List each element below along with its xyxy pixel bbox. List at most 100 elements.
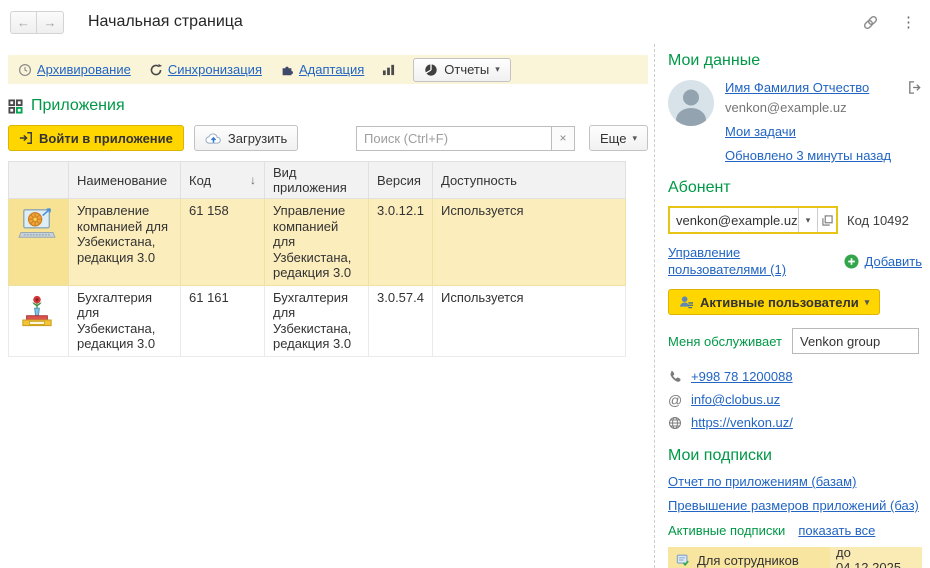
subscription-name: Для сотрудников [697,553,799,568]
users-icon [679,295,694,309]
profile-info: Имя Фамилия Отчество venkon@example.uz М… [725,80,903,163]
more-actions-button[interactable]: Еще ▾ [589,125,648,151]
add-link[interactable]: Добавить [865,254,922,269]
active-users-button[interactable]: Активные пользователи ▾ [668,289,880,315]
sidebar: Мои данные Имя Фамилия Отчество venkon@e… [668,44,922,568]
subscriber-links-row: Управление пользователями (1) Добавить [668,244,922,278]
get-link-icon[interactable] [862,14,879,31]
app-window: ← → Начальная страница ⋮ Архивирование [0,0,930,568]
subscriber-combo-row: venkon@example.uz ▾ Код 10492 [668,206,922,234]
subscriptions-title: Мои подписки [668,447,922,465]
user-name-link[interactable]: Имя Фамилия Отчество [725,80,869,95]
grid-icon [8,99,23,114]
adaptation-link[interactable]: Адаптация [299,62,364,77]
my-data-title: Мои данные [668,52,922,70]
enter-app-button[interactable]: Войти в приложение [8,125,184,151]
topbar-actions: ⋮ [862,14,916,31]
size-report-link[interactable]: Превышение размеров приложений (баз) [668,498,922,513]
apps-report-link[interactable]: Отчет по приложениям (базам) [668,474,922,489]
subscriptions-list: Для сотрудников до 04.12.2025 [668,547,922,568]
pie-chart-icon [424,63,438,77]
phone-link[interactable]: +998 78 1200088 [691,369,793,384]
back-button[interactable]: ← [10,11,37,34]
list-item[interactable]: Для сотрудников до 04.12.2025 [668,547,922,568]
combo-dropdown-icon[interactable]: ▾ [798,208,817,232]
serviced-by-row: Меня обслуживает [668,328,922,354]
chevron-down-icon: ▾ [865,298,870,307]
app-cell-icon [9,199,69,286]
phone-row: +998 78 1200088 [668,365,922,388]
archive-link[interactable]: Архивирование [37,62,131,77]
app-cell-name: Управление компанией для Узбекистана, ре… [69,199,181,286]
website-link[interactable]: https://venkon.uz/ [691,415,793,430]
show-all-link[interactable]: показать все [798,523,875,538]
sort-descending-icon: ↓ [250,173,256,187]
chevron-down-icon: ▾ [632,134,637,143]
at-icon: @ [668,392,682,408]
subscriber-title: Абонент [668,179,922,197]
profile-block: Имя Фамилия Отчество venkon@example.uz М… [668,80,922,163]
accounting-app-icon [17,294,60,328]
column-header-version[interactable]: Версия [369,162,433,199]
sync-action: Синхронизация [149,62,262,77]
apps-section-title: Приложения [31,97,125,115]
app-cell-icon [9,285,69,356]
serviced-by-field[interactable] [792,328,919,354]
app-cell-version: 3.0.12.1 [369,199,433,286]
apps-command-bar: Войти в приложение Загрузить × Еще ▾ [8,125,648,151]
apps-section-header: Приложения [8,93,648,119]
app-cell-code: 61 161 [181,285,265,356]
sync-link[interactable]: Синхронизация [168,62,262,77]
refresh-icon [149,63,163,77]
my-tasks-link[interactable]: Мои задачи [725,124,903,139]
column-header-availability[interactable]: Доступность [433,162,626,199]
avatar [668,80,714,126]
table-row[interactable]: Управление компанией для Узбекистана, ре… [9,199,626,286]
service-toolbar: Архивирование Синхронизация Адаптация [8,55,648,84]
table-header-row: Наименование Код ↓ Вид приложения Версия… [9,162,626,199]
page-title: Начальная страница [88,13,243,31]
column-header-kind[interactable]: Вид приложения [265,162,369,199]
app-cell-kind: Бухгалтерия для Узбекистана, редакция 3.… [265,285,369,356]
column-header-code[interactable]: Код ↓ [181,162,265,199]
back-arrow-icon: ← [17,15,30,30]
logout-icon[interactable] [907,80,922,163]
website-row: https://venkon.uz/ [668,411,922,434]
app-cell-name: Бухгалтерия для Узбекистана, редакция 3.… [69,285,181,356]
table-row[interactable]: Бухгалтерия для Узбекистана, редакция 3.… [9,285,626,356]
support-email-link[interactable]: info@clobus.uz [691,392,780,407]
subscriber-combobox[interactable]: venkon@example.uz ▾ [668,206,838,234]
user-email: venkon@example.uz [725,100,903,115]
history-nav: ← → [10,11,64,34]
apps-table: Наименование Код ↓ Вид приложения Версия… [8,161,626,357]
updated-link[interactable]: Обновлено 3 минуты назад [725,148,903,163]
management-app-icon [17,207,60,241]
bar-chart-icon[interactable] [382,63,395,76]
app-cell-availability: Используется [433,285,626,356]
manage-users-link[interactable]: Управление пользователями (1) [668,244,820,278]
plus-icon [844,254,859,269]
clock-icon [18,63,32,77]
archive-action: Архивирование [18,62,131,77]
download-button[interactable]: Загрузить [194,125,298,151]
reports-button[interactable]: Отчеты ▾ [413,58,510,82]
search-input[interactable] [356,126,552,151]
app-cell-kind: Управление компанией для Узбекистана, ре… [265,199,369,286]
column-header-icon[interactable] [9,162,69,199]
add-group: Добавить [844,244,922,278]
combo-open-icon[interactable] [817,208,836,232]
app-cell-availability: Используется [433,199,626,286]
column-header-name[interactable]: Наименование [69,162,181,199]
forward-button[interactable]: → [37,11,64,34]
app-cell-code: 61 158 [181,199,265,286]
login-icon [19,131,33,145]
document-check-icon [676,553,690,567]
chevron-down-icon: ▾ [495,65,500,74]
clear-search-icon[interactable]: × [552,126,575,151]
more-actions-label: Еще [600,131,626,146]
active-subscriptions-label: Активные подписки [668,523,785,538]
main-area: Архивирование Синхронизация Адаптация [0,44,930,568]
search-box: × [356,126,575,151]
more-menu-icon[interactable]: ⋮ [901,15,916,30]
subscription-name-cell: Для сотрудников [668,547,830,568]
